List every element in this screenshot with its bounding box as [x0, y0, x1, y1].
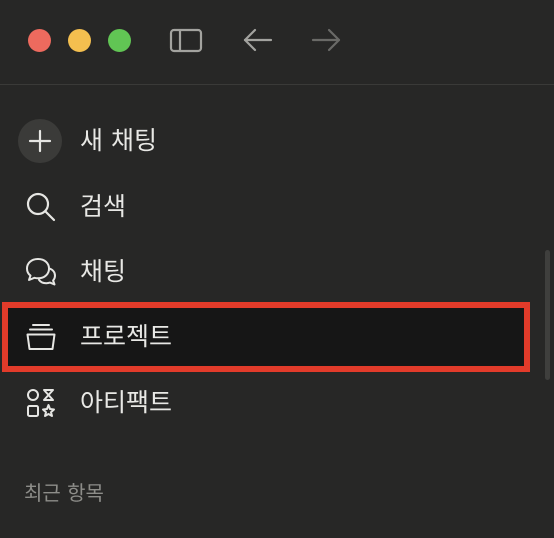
sidebar-toggle-icon[interactable] [168, 22, 204, 58]
close-window-button[interactable] [28, 29, 51, 52]
arrow-right-icon[interactable] [308, 22, 344, 58]
search-icon [20, 186, 62, 228]
sidebar-item-label: 채팅 [80, 257, 127, 286]
new-chat-label: 새 채팅 [80, 126, 157, 155]
sidebar-item-label: 검색 [80, 192, 127, 221]
sidebar-item-projects[interactable]: 프로젝트 [2, 302, 530, 372]
minimize-window-button[interactable] [68, 29, 91, 52]
sidebar-item-artifacts[interactable]: 아티팩트 [8, 374, 524, 432]
recent-section-title: 최근 항목 [24, 481, 104, 505]
scrollbar[interactable] [545, 250, 550, 380]
chat-bubbles-icon [20, 251, 62, 293]
artifacts-shapes-icon [20, 382, 62, 424]
sidebar-item-search[interactable]: 검색 [8, 178, 524, 236]
project-box-icon [20, 316, 62, 358]
sidebar-item-label: 프로젝트 [80, 322, 173, 351]
sidebar-item-label: 아티팩트 [80, 388, 173, 417]
maximize-window-button[interactable] [108, 29, 131, 52]
new-chat-button[interactable]: 새 채팅 [8, 112, 524, 170]
title-bar [0, 0, 554, 85]
plus-icon [18, 119, 62, 163]
arrow-left-icon[interactable] [240, 22, 276, 58]
sidebar-item-chats[interactable]: 채팅 [8, 243, 524, 301]
